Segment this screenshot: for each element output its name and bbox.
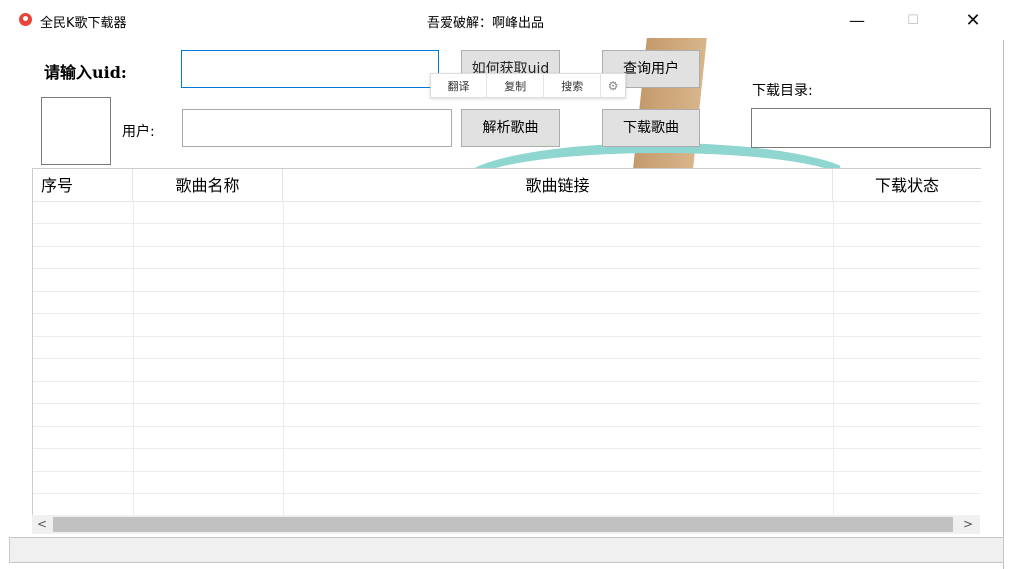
table-row[interactable] (33, 472, 981, 494)
window-subtitle: 吾爱破解：啊峰出品 (427, 16, 545, 31)
table-row[interactable] (33, 315, 981, 337)
table-row[interactable] (33, 270, 981, 292)
table-row[interactable] (33, 405, 981, 427)
maximize-button[interactable]: ☐ (890, 6, 936, 36)
table-row[interactable] (33, 337, 981, 359)
column-header-index[interactable]: 序号 (33, 169, 133, 202)
scroll-left-icon[interactable]: < (32, 515, 52, 534)
table-row[interactable] (33, 495, 981, 516)
download-dir-field[interactable] (751, 108, 991, 148)
avatar (41, 97, 111, 165)
table-row[interactable] (33, 202, 981, 224)
horizontal-scrollbar[interactable]: < > (32, 515, 980, 534)
minimize-button[interactable]: — (834, 6, 880, 36)
table-row[interactable] (33, 427, 981, 449)
uid-label: 请输入uid: (44, 63, 127, 82)
translate-menu-item[interactable]: 翻译 (431, 78, 486, 94)
column-header-download-status[interactable]: 下载状态 (833, 169, 981, 202)
table-row[interactable] (33, 360, 981, 382)
search-menu-item[interactable]: 搜索 (544, 78, 600, 94)
column-header-song-link[interactable]: 歌曲链接 (283, 169, 833, 202)
download-songs-button[interactable]: 下载歌曲 (602, 109, 700, 147)
copy-menu-item[interactable]: 复制 (487, 78, 543, 94)
download-dir-label: 下载目录: (752, 83, 813, 99)
song-table[interactable]: 序号 歌曲名称 歌曲链接 下载状态 (32, 168, 981, 516)
user-label: 用户: (122, 124, 155, 140)
status-bar (9, 537, 1004, 563)
table-row[interactable] (33, 292, 981, 314)
window-title: 全民K歌下载器 (40, 16, 127, 31)
scroll-right-icon[interactable]: > (958, 515, 978, 534)
scrollbar-thumb[interactable] (53, 517, 953, 532)
table-row[interactable] (33, 450, 981, 472)
main-window: 全民K歌下载器 吾爱破解：啊峰出品 — ☐ ✕ 请输入uid: 用户: 如何获取… (0, 0, 1004, 569)
column-header-song-name[interactable]: 歌曲名称 (133, 169, 283, 202)
table-row[interactable] (33, 247, 981, 269)
title-bar: 全民K歌下载器 吾爱破解：啊峰出品 — ☐ ✕ (0, 0, 1004, 40)
uid-input[interactable] (181, 50, 439, 88)
close-button[interactable]: ✕ (950, 6, 996, 36)
context-popup: 翻译 复制 搜索 ⚙ (430, 73, 626, 98)
app-logo-icon (19, 13, 32, 26)
table-row[interactable] (33, 225, 981, 247)
user-field[interactable] (182, 109, 452, 147)
gear-icon[interactable]: ⚙ (601, 79, 625, 93)
parse-songs-button[interactable]: 解析歌曲 (461, 109, 560, 147)
table-row[interactable] (33, 382, 981, 404)
